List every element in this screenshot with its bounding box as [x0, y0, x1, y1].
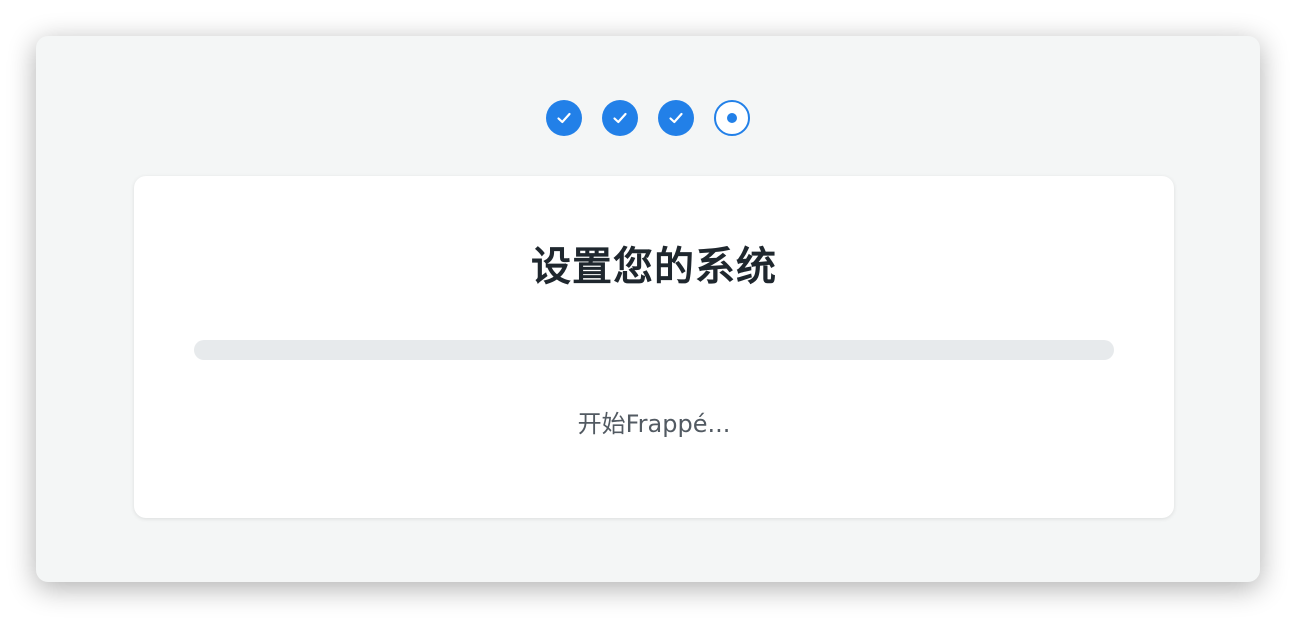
step-3-complete [658, 100, 694, 136]
current-step-dot-icon [727, 113, 737, 123]
page-title: 设置您的系统 [531, 244, 777, 290]
check-icon [557, 112, 571, 124]
step-2-complete [602, 100, 638, 136]
step-1-complete [546, 100, 582, 136]
check-icon [669, 112, 683, 124]
step-4-current [714, 100, 750, 136]
setup-wizard-window: 设置您的系统 开始Frappé... [36, 36, 1260, 582]
progress-bar [194, 340, 1114, 360]
setup-progress-card: 设置您的系统 开始Frappé... [134, 176, 1174, 518]
check-icon [613, 112, 627, 124]
status-message: 开始Frappé... [577, 410, 731, 438]
step-indicator [36, 100, 1260, 136]
